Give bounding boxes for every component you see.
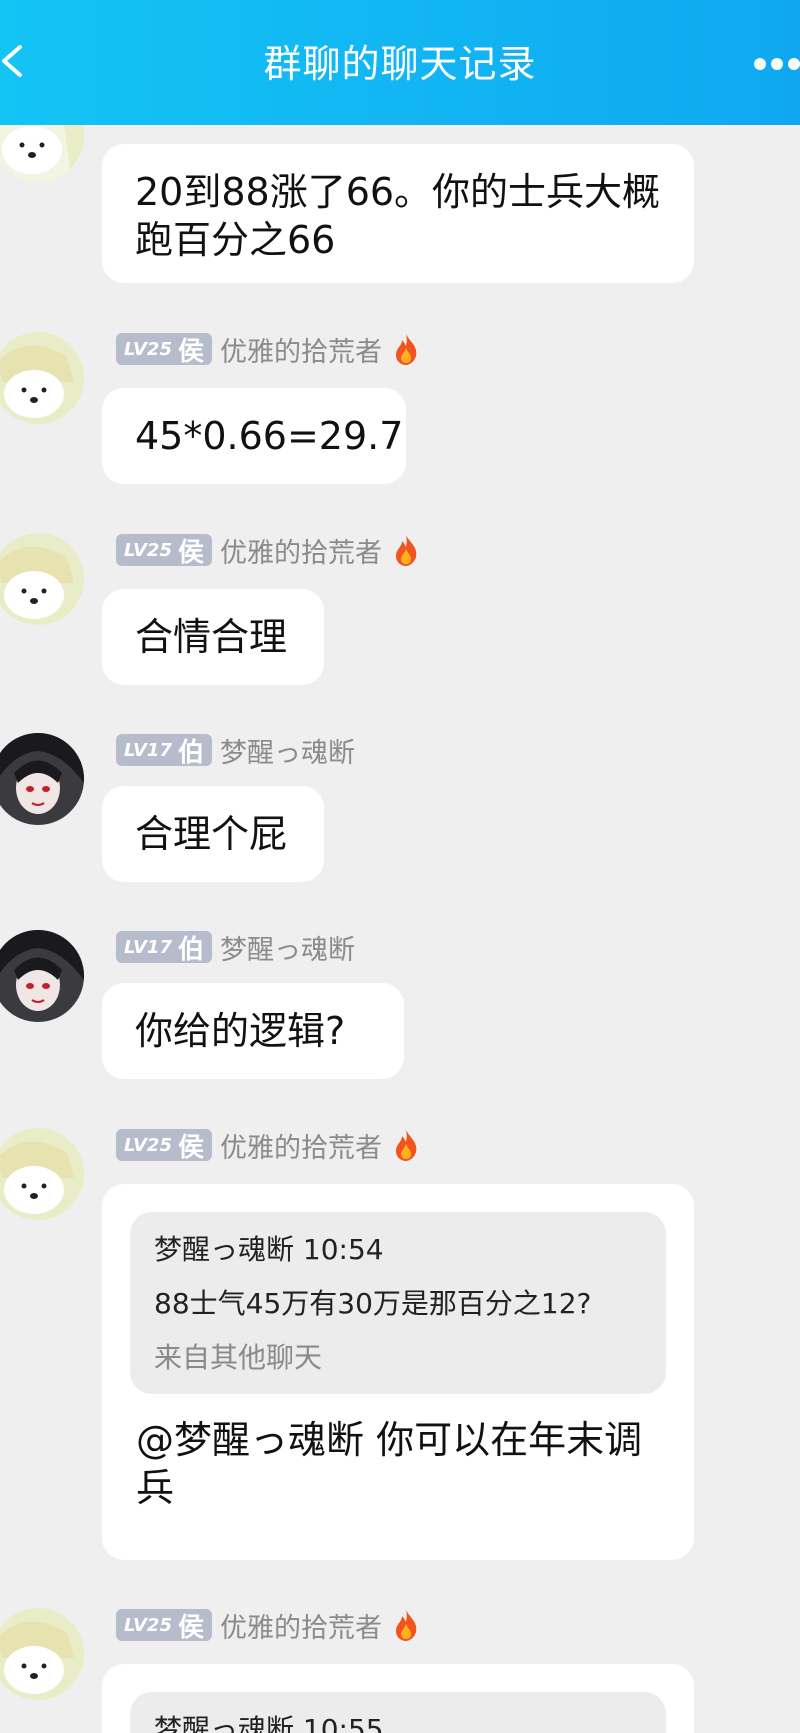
message-text: @梦醒っ魂断 你可以在年末调兵 <box>136 1418 643 1510</box>
sender-meta: LV17 伯 梦醒っ魂断 <box>116 928 355 967</box>
sender-meta: LV25 侯 优雅的拾荒者 <box>116 531 420 570</box>
rank-label: 侯 <box>177 537 204 568</box>
avatar[interactable] <box>0 332 84 424</box>
bear-avatar-icon <box>0 332 84 424</box>
sender-name[interactable]: 优雅的拾荒者 <box>220 1126 382 1165</box>
level-label: LV17 <box>124 936 172 958</box>
sender-meta: LV25 侯 优雅的拾荒者 <box>116 1126 420 1165</box>
message-bubble[interactable]: 你给的逻辑? <box>102 983 404 1079</box>
message-feed[interactable]: 20到88涨了66。你的士兵大概跑百分之66 LV25 侯 优雅的拾荒者 45*… <box>0 0 800 1733</box>
avatar[interactable] <box>0 1608 84 1700</box>
rank-label: 伯 <box>177 737 204 768</box>
sender-meta: LV25 侯 优雅的拾荒者 <box>116 1606 420 1645</box>
sender-name[interactable]: 优雅的拾荒者 <box>220 330 382 369</box>
sender-name[interactable]: 梦醒っ魂断 <box>220 731 355 770</box>
rank-label: 侯 <box>177 336 204 367</box>
rank-label: 侯 <box>177 1612 204 1643</box>
bear-avatar-icon <box>0 1128 84 1220</box>
avatar[interactable] <box>0 1128 84 1220</box>
level-badge[interactable]: LV25 侯 <box>116 1129 212 1163</box>
message-bubble[interactable]: 合情合理 <box>102 589 324 685</box>
level-badge[interactable]: LV17 伯 <box>116 931 212 965</box>
quote-header: 梦醒っ魂断 10:55 <box>154 1713 384 1733</box>
fire-icon <box>396 1610 417 1641</box>
fire-icon <box>396 334 417 365</box>
level-badge[interactable]: LV25 侯 <box>116 534 212 568</box>
avatar[interactable] <box>0 733 84 825</box>
message-bubble[interactable]: 45*0.66=29.7 <box>102 388 406 484</box>
level-label: LV17 <box>124 739 172 761</box>
fire-icon <box>396 535 417 566</box>
message-bubble[interactable]: 梦醒っ魂断 10:55 <box>102 1664 694 1733</box>
avatar[interactable] <box>0 930 84 1022</box>
message-bubble[interactable]: 20到88涨了66。你的士兵大概跑百分之66 <box>102 144 694 283</box>
message-text: 你给的逻辑? <box>135 1009 346 1053</box>
level-label: LV25 <box>124 1134 172 1156</box>
level-badge[interactable]: LV25 侯 <box>116 1609 212 1643</box>
quote-header: 梦醒っ魂断 10:54 <box>154 1233 384 1266</box>
sender-name[interactable]: 优雅的拾荒者 <box>220 531 382 570</box>
quote-text: 88士气45万有30万是那百分之12? <box>154 1287 592 1320</box>
rank-label: 侯 <box>177 1132 204 1163</box>
anime-avatar-icon <box>0 930 84 1022</box>
message-text: 合情合理 <box>135 615 288 659</box>
quoted-message[interactable]: 梦醒っ魂断 10:55 <box>130 1692 666 1733</box>
quote-source: 来自其他聊天 <box>154 1341 323 1374</box>
sender-meta: LV25 侯 优雅的拾荒者 <box>116 330 420 369</box>
level-badge[interactable]: LV17 伯 <box>116 734 212 768</box>
anime-avatar-icon <box>0 733 84 825</box>
quoted-message[interactable]: 梦醒っ魂断 10:54 88士气45万有30万是那百分之12? 来自其他聊天 <box>130 1212 666 1394</box>
bear-avatar-icon <box>0 1608 84 1700</box>
level-label: LV25 <box>124 338 172 360</box>
fire-icon <box>396 1130 417 1161</box>
sender-meta: LV17 伯 梦醒っ魂断 <box>116 731 355 770</box>
message-bubble[interactable]: 合理个屁 <box>102 786 324 882</box>
sender-name[interactable]: 优雅的拾荒者 <box>220 1606 382 1645</box>
more-icon[interactable] <box>752 56 800 72</box>
message-text: 20到88涨了66。你的士兵大概跑百分之66 <box>135 170 661 262</box>
bear-avatar-icon <box>0 533 84 625</box>
level-label: LV25 <box>124 539 172 561</box>
title-bar: 群聊的聊天记录 <box>0 0 800 125</box>
message-text: 45*0.66=29.7 <box>135 414 404 458</box>
avatar[interactable] <box>0 533 84 625</box>
level-badge[interactable]: LV25 侯 <box>116 333 212 367</box>
sender-name[interactable]: 梦醒っ魂断 <box>220 928 355 967</box>
rank-label: 伯 <box>177 934 204 965</box>
level-label: LV25 <box>124 1614 172 1636</box>
page-title: 群聊的聊天记录 <box>263 42 537 86</box>
message-text: 合理个屁 <box>135 812 288 856</box>
message-bubble[interactable]: 梦醒っ魂断 10:54 88士气45万有30万是那百分之12? 来自其他聊天 @… <box>102 1184 694 1560</box>
